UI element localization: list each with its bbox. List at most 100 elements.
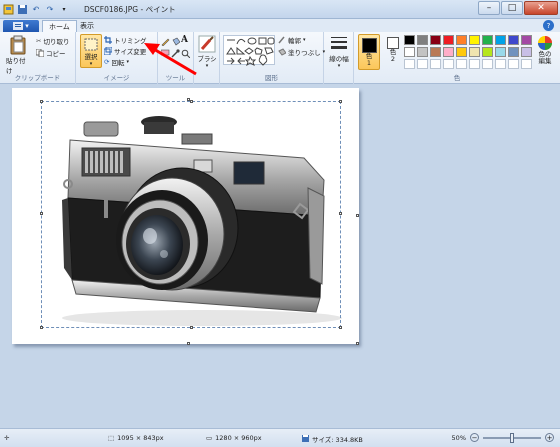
resize-icon — [104, 47, 112, 55]
cut-button[interactable]: ✂ 切り取り — [36, 36, 69, 46]
color-swatch[interactable] — [469, 35, 480, 45]
zoom-out-button[interactable]: − — [470, 433, 479, 442]
shape-outline-label: 輪郭 — [288, 37, 301, 45]
selection-handle[interactable] — [40, 100, 43, 103]
file-menu-button[interactable]: ▾ — [3, 20, 39, 32]
select-button[interactable]: 選択 ▾ — [80, 34, 102, 68]
color-swatch[interactable] — [508, 35, 519, 45]
color-swatch[interactable] — [469, 47, 480, 57]
brush-icon — [198, 35, 216, 53]
crop-icon — [104, 36, 112, 44]
color-swatch[interactable] — [495, 47, 506, 57]
customize-toolbar-icon[interactable]: ▾ — [58, 3, 70, 15]
selection-handle[interactable] — [40, 326, 43, 329]
color-swatch[interactable] — [508, 47, 519, 57]
canvas-resize-handle-right[interactable] — [356, 214, 359, 217]
status-bar: ✛ ⬚ 1095 × 843px ▭ 1280 × 960px サイズ: 334… — [0, 428, 560, 447]
color1-button[interactable]: 色 1 — [358, 34, 380, 70]
selection-handle[interactable] — [339, 212, 342, 215]
color-swatch[interactable] — [417, 35, 428, 45]
canvas-resize-handle-corner[interactable] — [356, 342, 359, 345]
color-swatch[interactable] — [495, 35, 506, 45]
brushes-dropdown-icon: ▾ — [205, 63, 209, 69]
zoom-control: 50% − + — [452, 432, 554, 443]
color2-button[interactable]: 色 2 — [384, 35, 402, 63]
color-swatch[interactable] — [430, 47, 441, 57]
color-swatch[interactable] — [404, 47, 415, 57]
canvas-resize-handle-bottom[interactable] — [187, 342, 190, 345]
selection-rectangle[interactable] — [40, 100, 342, 329]
zoom-slider-knob[interactable] — [510, 432, 514, 443]
tab-home[interactable]: ホーム — [42, 20, 77, 32]
zoom-in-button[interactable]: + — [545, 433, 554, 442]
undo-icon[interactable]: ↶ — [30, 3, 42, 15]
selection-handle[interactable] — [339, 100, 342, 103]
ribbon: 貼り付け ✂ 切り取り コピー クリップボード 選択 ▾ トリミング サイズ変更… — [0, 32, 560, 84]
paint-app-icon[interactable] — [2, 3, 14, 15]
shapes-gallery[interactable] — [223, 35, 275, 67]
color-swatch[interactable] — [430, 35, 441, 45]
close-button[interactable]: ✕ — [524, 1, 558, 15]
selection-handle[interactable] — [190, 326, 193, 329]
shapes-group: 輪郭 ▾ 塗りつぶし ▾ 図形 — [220, 32, 325, 84]
color-swatch[interactable] — [495, 59, 506, 69]
copy-label: コピー — [46, 50, 66, 58]
color-swatch[interactable] — [443, 47, 454, 57]
selection-handle[interactable] — [40, 212, 43, 215]
rotate-button[interactable]: ⟳ 回転 ▾ — [104, 57, 129, 67]
color-palette — [404, 35, 532, 69]
color-swatch[interactable] — [430, 59, 441, 69]
color-swatch[interactable] — [469, 59, 480, 69]
color-swatch[interactable] — [482, 35, 493, 45]
color-swatch[interactable] — [417, 47, 428, 57]
red-arrow-annotation — [144, 43, 197, 76]
color-swatch[interactable] — [404, 59, 415, 69]
color-swatch[interactable] — [404, 35, 415, 45]
color-swatch[interactable] — [521, 35, 532, 45]
help-icon[interactable]: ? — [543, 20, 554, 31]
size-button[interactable]: 線の幅 ▾ — [327, 35, 351, 69]
tab-view[interactable]: 表示 — [74, 20, 100, 32]
color-swatch[interactable] — [456, 59, 467, 69]
cursor-position-icon: ✛ — [4, 434, 10, 442]
color-swatch[interactable] — [508, 59, 519, 69]
color-swatch[interactable] — [521, 47, 532, 57]
selection-size-icon: ⬚ — [108, 434, 115, 442]
color-swatch[interactable] — [443, 35, 454, 45]
color-swatch[interactable] — [456, 47, 467, 57]
outline-dropdown-icon: ▾ — [303, 37, 306, 43]
color-swatch[interactable] — [521, 59, 532, 69]
image-size-icon: ▭ — [206, 434, 213, 442]
color-swatch[interactable] — [443, 59, 454, 69]
edit-colors-label: 色の 編集 — [538, 50, 552, 65]
minimize-button[interactable]: – — [478, 1, 500, 15]
color-swatch[interactable] — [482, 59, 493, 69]
copy-button[interactable]: コピー — [36, 48, 66, 58]
clipboard-group: 貼り付け ✂ 切り取り コピー クリップボード — [0, 32, 76, 84]
color-wheel-icon — [538, 36, 552, 50]
color-swatch[interactable] — [482, 47, 493, 57]
redo-icon[interactable]: ↷ — [44, 3, 56, 15]
cut-label: 切り取り — [43, 38, 70, 46]
file-menu-icon — [13, 22, 24, 30]
color-swatch[interactable] — [417, 59, 428, 69]
size-label: 線の幅 — [329, 55, 349, 63]
edit-colors-button[interactable]: 色の 編集 — [532, 35, 558, 65]
save-icon[interactable] — [16, 3, 28, 15]
selection-handle[interactable] — [339, 326, 342, 329]
shape-fill-button[interactable]: 塗りつぶし ▾ — [278, 47, 325, 57]
zoom-slider[interactable] — [483, 432, 541, 443]
color-swatch[interactable] — [456, 35, 467, 45]
line-width-icon — [331, 37, 347, 49]
color1-label: 色 1 — [365, 52, 373, 67]
scissors-icon: ✂ — [36, 37, 42, 45]
shape-outline-button[interactable]: 輪郭 ▾ — [278, 35, 306, 45]
color2-label: 色 2 — [389, 48, 397, 63]
file-size-text: サイズ: 334.8KB — [312, 436, 363, 444]
selection-handle[interactable] — [190, 100, 193, 103]
paste-button[interactable]: 貼り付け — [6, 35, 30, 75]
rotate-icon: ⟳ — [104, 58, 110, 66]
maximize-button[interactable]: □ — [501, 1, 523, 15]
window-title: DSCF0186.JPG - ペイント — [84, 5, 176, 14]
clipboard-group-label: クリップボード — [14, 74, 61, 82]
